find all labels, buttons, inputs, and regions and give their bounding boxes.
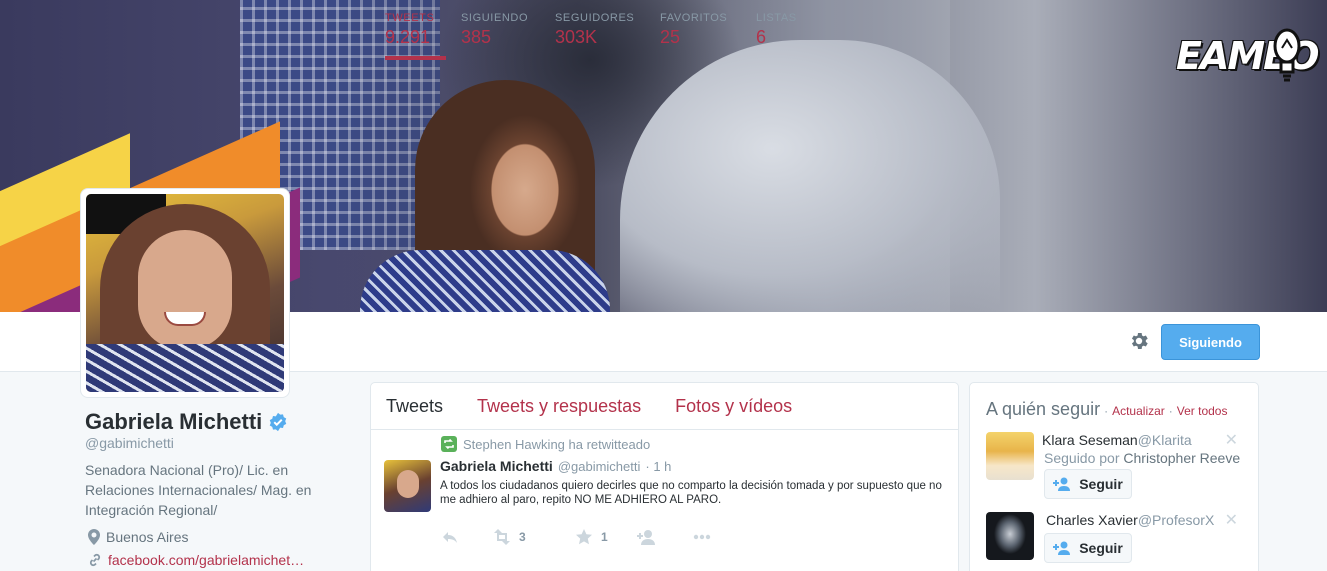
reply-button[interactable]: [441, 529, 493, 545]
suggestion-name[interactable]: Charles Xavier@ProfesorX: [1046, 512, 1214, 528]
tab-tweets-y-respuestas[interactable]: Tweets y respuestas: [477, 396, 641, 417]
follow-user-icon: [1053, 541, 1071, 555]
profile-bio: Senadora Nacional (Pro)/ Lic. en Relacio…: [85, 462, 312, 518]
profile-handle[interactable]: @gabimichetti: [85, 435, 174, 451]
retweet-context: Stephen Hawking ha retwitteado: [441, 436, 650, 452]
tweet-author-name[interactable]: Gabriela Michetti: [440, 458, 553, 474]
verified-badge-icon: [270, 412, 287, 432]
follow-suggestion-button[interactable]: Seguir: [1044, 533, 1132, 563]
following-button[interactable]: Siguiendo: [1161, 324, 1260, 360]
followed-by-user[interactable]: Christopher Reeve: [1123, 450, 1240, 466]
favorite-count: 1: [601, 530, 608, 544]
more-dots-icon: [693, 534, 711, 540]
eameo-logo: EAMEO: [1176, 24, 1319, 100]
tweet-header: Gabriela Michetti @gabimichetti · 1 h: [440, 458, 671, 474]
timeline-panel: Tweets Tweets y respuestas Fotos y vídeo…: [370, 382, 959, 571]
nav-stat-listas[interactable]: LISTAS 6: [756, 12, 801, 60]
follow-suggestion-button[interactable]: Seguir: [1044, 469, 1132, 499]
dismiss-icon[interactable]: ✕: [1225, 510, 1238, 530]
retweet-badge-icon: [441, 436, 457, 452]
timeline-tabs: Tweets Tweets y respuestas Fotos y vídeo…: [371, 383, 958, 430]
gear-icon[interactable]: [1128, 330, 1150, 352]
more-button[interactable]: [693, 529, 723, 545]
who-to-follow-header: A quién seguir · Actualizar · Ver todos: [986, 399, 1228, 419]
profile-location-text: Buenos Aires: [106, 529, 189, 545]
tab-fotos-y-videos[interactable]: Fotos y vídeos: [675, 396, 792, 417]
suggestion-followed-by: Seguido por Christopher Reeve: [1044, 450, 1241, 466]
reply-icon: [443, 532, 457, 543]
profile-name-text[interactable]: Gabriela Michetti: [85, 409, 262, 435]
nav-stat-value: 9.291: [385, 27, 431, 47]
tweet-author-avatar[interactable]: [384, 460, 431, 512]
follow-author-button[interactable]: [637, 529, 693, 545]
suggestion-name[interactable]: Klara Seseman@Klarita: [1042, 432, 1192, 448]
nav-stat-label: TWEETS: [385, 12, 435, 24]
tweet-text: A todos los ciudadanos quiero decirles q…: [440, 480, 942, 506]
profile-avatar[interactable]: [80, 188, 290, 398]
tab-tweets[interactable]: Tweets: [386, 396, 443, 417]
nav-stat-label: SEGUIDORES: [555, 12, 635, 24]
suggestion-avatar[interactable]: [986, 432, 1034, 480]
view-all-link[interactable]: Ver todos: [1177, 404, 1228, 418]
nav-stat-value: 385: [461, 27, 492, 47]
profile-location: Buenos Aires: [88, 529, 189, 545]
location-pin-icon: [88, 529, 100, 545]
add-user-icon: [637, 530, 655, 545]
refresh-link[interactable]: Actualizar: [1112, 404, 1165, 418]
who-to-follow-title: A quién seguir: [986, 399, 1101, 419]
nav-stat-value: 6: [756, 27, 767, 47]
nav-stat-value: 303K: [555, 27, 598, 47]
nav-stat-label: LISTAS: [756, 12, 797, 24]
retweet-icon: [494, 529, 510, 545]
follow-user-icon: [1053, 477, 1071, 491]
nav-stat-favoritos[interactable]: FAVORITOS 25: [660, 12, 732, 60]
profile-website[interactable]: facebook.com/gabrielamichet…: [88, 552, 304, 568]
nav-stat-tweets[interactable]: TWEETS 9.291: [385, 12, 446, 60]
nav-stat-label: SIGUIENDO: [461, 12, 529, 24]
suggestion-avatar[interactable]: [986, 512, 1034, 560]
retweet-count: 3: [519, 530, 526, 544]
dismiss-icon[interactable]: ✕: [1225, 430, 1238, 450]
star-icon: [576, 529, 592, 545]
profile-website-link[interactable]: facebook.com/gabrielamichet…: [108, 552, 304, 568]
profile-name: Gabriela Michetti: [85, 409, 288, 435]
tweet-author-handle[interactable]: @gabimichetti: [558, 459, 641, 474]
favorite-button[interactable]: 1: [575, 529, 637, 545]
nav-stat-siguiendo[interactable]: SIGUIENDO 385: [461, 12, 531, 60]
tweet-actions: 3 1: [441, 529, 723, 545]
retweet-button[interactable]: 3: [493, 529, 575, 545]
nav-stat-label: FAVORITOS: [660, 12, 728, 24]
nav-stat-seguidores[interactable]: SEGUIDORES 303K: [555, 12, 635, 60]
lightbulb-icon: [1273, 28, 1301, 82]
nav-stat-value: 25: [660, 27, 681, 47]
profile-photo: [86, 194, 284, 392]
link-icon: [89, 553, 101, 567]
retweet-context-text[interactable]: Stephen Hawking ha retwitteado: [463, 437, 650, 452]
who-to-follow-panel: A quién seguir · Actualizar · Ver todos …: [969, 382, 1259, 571]
banner-patterned-shirt: [360, 250, 610, 312]
tweet-timestamp[interactable]: · 1 h: [645, 459, 671, 474]
